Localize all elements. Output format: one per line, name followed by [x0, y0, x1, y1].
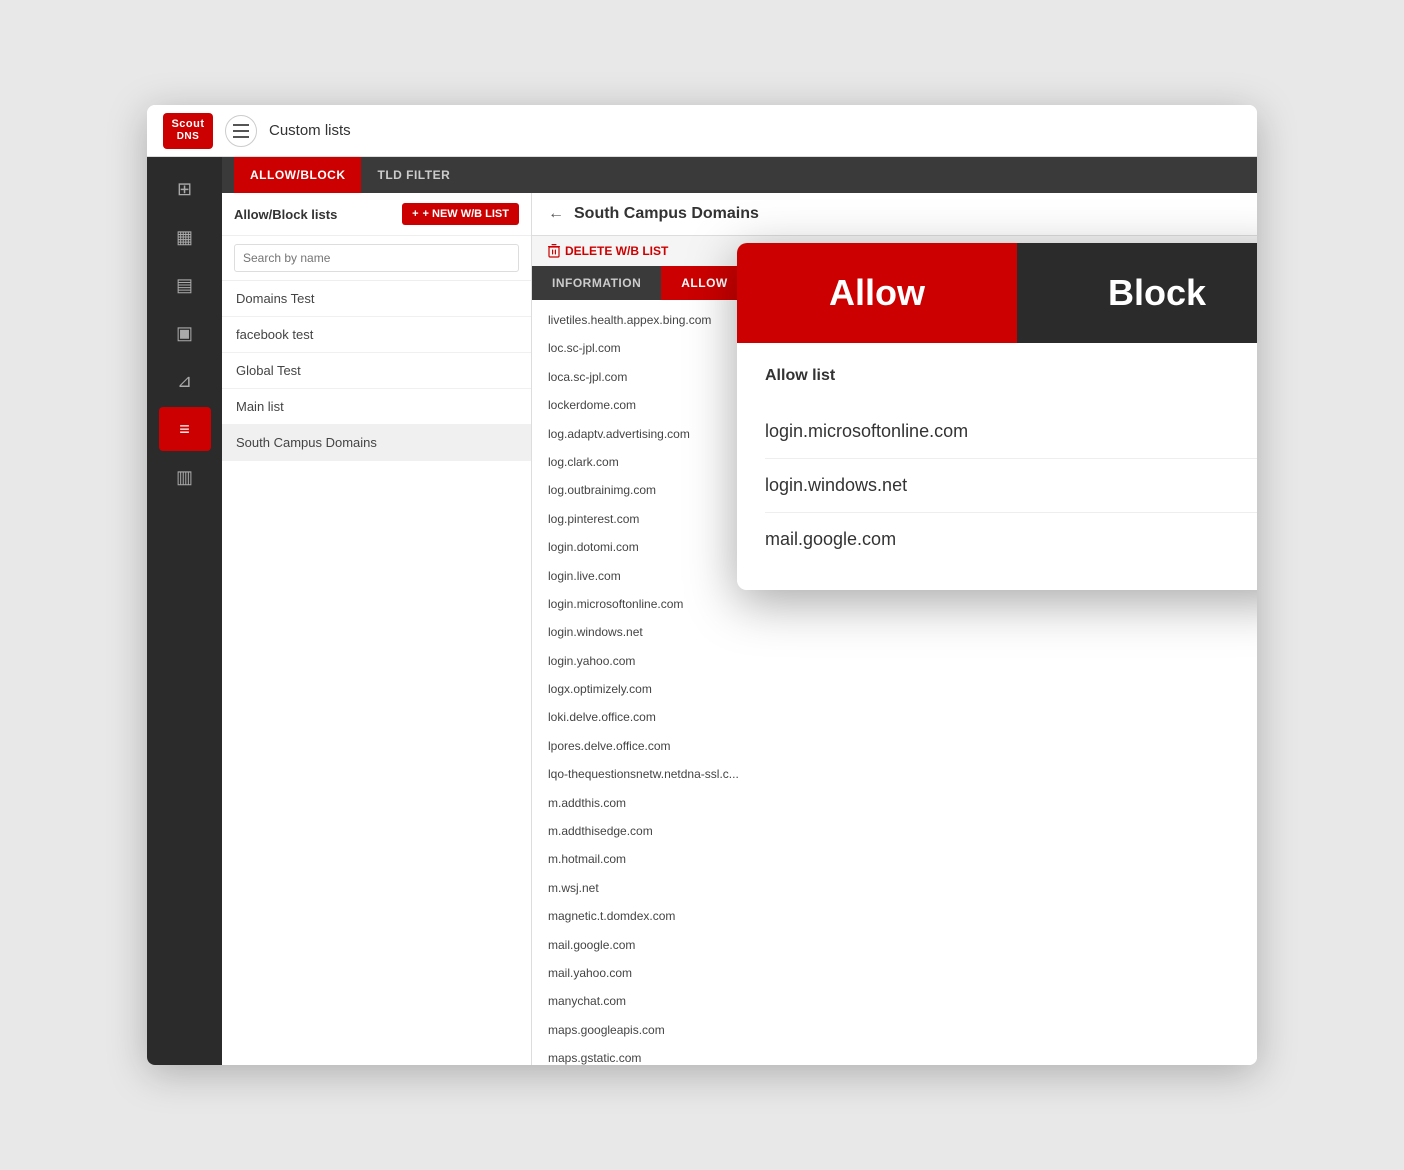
logo-top: Scout — [171, 118, 204, 131]
search-box — [222, 236, 531, 281]
lists-icon: ≡ — [179, 419, 190, 440]
search-input[interactable] — [234, 244, 519, 272]
popup-allow-label: Allow — [829, 272, 925, 314]
left-panel: Allow/Block lists + + NEW W/B LIST Domai… — [222, 193, 532, 1065]
tab-information[interactable]: INFORMATION — [532, 266, 661, 300]
domain-item: magnetic.t.domdex.com — [532, 902, 1257, 930]
logo-bottom: DNS — [177, 131, 200, 143]
app-logo: Scout DNS — [163, 113, 213, 149]
domain-item: logx.optimizely.com — [532, 675, 1257, 703]
main-layout: ⊞ ▦ ▤ ▣ ⊿ ≡ ▥ — [147, 157, 1257, 1065]
list-item-main-list[interactable]: Main list — [222, 389, 531, 425]
domain-item: m.addthis.com — [532, 789, 1257, 817]
list-items: Domains Test facebook test Global Test M… — [222, 281, 531, 1065]
delete-btn-label: DELETE W/B LIST — [565, 244, 668, 258]
list-item-global-test[interactable]: Global Test — [222, 353, 531, 389]
list-item-domains-test[interactable]: Domains Test — [222, 281, 531, 317]
sidebar-item-lists[interactable]: ≡ — [159, 407, 211, 451]
subnav-tld-filter[interactable]: TLD FILTER — [361, 157, 466, 193]
popup-domain-item: login.windows.net — [765, 459, 1257, 513]
content-area: ALLOW/BLOCK TLD FILTER Allow/Block lists… — [222, 157, 1257, 1065]
domain-item: lpores.delve.office.com — [532, 732, 1257, 760]
domain-item: m.wsj.net — [532, 874, 1257, 902]
subnav-allow-block[interactable]: ALLOW/BLOCK — [234, 157, 361, 193]
domain-item: manychat.com — [532, 987, 1257, 1015]
top-bar: Scout DNS Custom lists — [147, 105, 1257, 157]
domain-item: lqo-thequestionsnetw.netdna-ssl.c... — [532, 760, 1257, 788]
domain-item: m.addthisedge.com — [532, 817, 1257, 845]
domain-item: login.yahoo.com — [532, 647, 1257, 675]
analytics-icon: ▦ — [176, 227, 193, 248]
two-panel: Allow/Block lists + + NEW W/B LIST Domai… — [222, 193, 1257, 1065]
sidebar-item-devices[interactable]: ▣ — [159, 311, 211, 355]
left-panel-header: Allow/Block lists + + NEW W/B LIST — [222, 193, 531, 236]
popup-content: Allow list login.microsoftonline.comlogi… — [737, 343, 1257, 590]
sidebar-item-reports[interactable]: ▥ — [159, 455, 211, 499]
domain-item: login.microsoftonline.com — [532, 590, 1257, 618]
popup-tab-block[interactable]: Block — [1017, 243, 1257, 343]
popup-domain-item: login.microsoftonline.com — [765, 405, 1257, 459]
popup-block-label: Block — [1108, 272, 1206, 314]
sidebar-item-dashboard[interactable]: ⊞ — [159, 167, 211, 211]
popup-list-title: Allow list — [765, 367, 1257, 385]
top-bar-title: Custom lists — [269, 122, 351, 139]
domain-item: loki.delve.office.com — [532, 703, 1257, 731]
domain-item: maps.gstatic.com — [532, 1044, 1257, 1065]
app-window: Scout DNS Custom lists ⊞ ▦ ▤ ▣ — [147, 105, 1257, 1065]
right-panel-title: South Campus Domains — [574, 205, 759, 223]
list-item-facebook-test[interactable]: facebook test — [222, 317, 531, 353]
sidebar: ⊞ ▦ ▤ ▣ ⊿ ≡ ▥ — [147, 157, 222, 1065]
new-list-btn-label: + NEW W/B LIST — [423, 208, 509, 220]
sidebar-item-servers[interactable]: ▤ — [159, 263, 211, 307]
popup-tab-allow[interactable]: Allow — [737, 243, 1017, 343]
domain-item: mail.google.com — [532, 931, 1257, 959]
filter-icon: ⊿ — [177, 371, 192, 392]
sub-nav: ALLOW/BLOCK TLD FILTER — [222, 157, 1257, 193]
dashboard-icon: ⊞ — [177, 179, 192, 200]
domain-item: m.hotmail.com — [532, 845, 1257, 873]
left-panel-title: Allow/Block lists — [234, 207, 337, 222]
popup-overlay: Allow Block Allow list login.microsofton… — [737, 243, 1257, 590]
right-panel: ← South Campus Domains DELETE W/B LIST — [532, 193, 1257, 1065]
sidebar-item-filter[interactable]: ⊿ — [159, 359, 211, 403]
sidebar-item-analytics[interactable]: ▦ — [159, 215, 211, 259]
reports-icon: ▥ — [176, 467, 193, 488]
right-panel-header: ← South Campus Domains — [532, 193, 1257, 236]
menu-icon[interactable] — [225, 115, 257, 147]
tab-allow[interactable]: ALLOW — [661, 266, 748, 300]
domain-item: maps.googleapis.com — [532, 1016, 1257, 1044]
domain-item: login.windows.net — [532, 618, 1257, 646]
domain-item: mail.yahoo.com — [532, 959, 1257, 987]
new-list-button[interactable]: + + NEW W/B LIST — [402, 203, 519, 225]
popup-tabs: Allow Block — [737, 243, 1257, 343]
popup-domain-item: mail.google.com — [765, 513, 1257, 566]
plus-icon: + — [412, 208, 418, 220]
back-arrow[interactable]: ← — [548, 205, 564, 223]
devices-icon: ▣ — [176, 323, 193, 344]
list-item-south-campus[interactable]: South Campus Domains — [222, 425, 531, 461]
servers-icon: ▤ — [176, 275, 193, 296]
